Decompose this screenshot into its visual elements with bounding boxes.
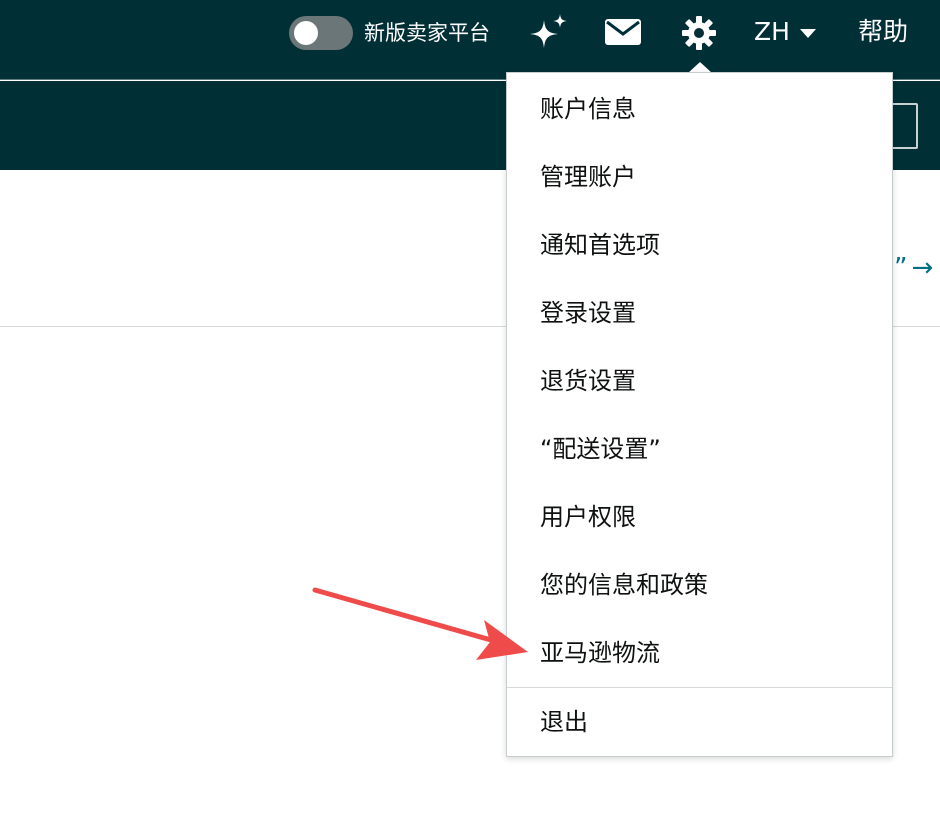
toggle-knob <box>294 21 318 45</box>
menu-item-login-settings[interactable]: 登录设置 <box>507 279 892 347</box>
help-link[interactable]: 帮助 <box>858 16 908 48</box>
chevron-down-icon <box>799 28 816 38</box>
menu-item-info-and-policies[interactable]: 您的信息和政策 <box>507 551 892 619</box>
page: 新版卖家平台 ZH 帮助 → 账户信息 管理账户 通知首选项 登录设置 退货设置… <box>0 0 940 832</box>
top-navigation-bar: 新版卖家平台 ZH 帮助 <box>0 0 940 80</box>
menu-item-shipping-settings[interactable]: “配送设置” <box>507 415 892 483</box>
menu-item-user-permissions[interactable]: 用户权限 <box>507 483 892 551</box>
annotation-arrow-icon <box>312 587 528 660</box>
arrow-right-icon: → <box>911 253 934 283</box>
menu-item-return-settings[interactable]: 退货设置 <box>507 347 892 415</box>
sparkle-icon[interactable] <box>526 12 570 56</box>
new-seller-platform-toggle[interactable] <box>289 16 353 50</box>
language-label: ZH <box>754 17 790 46</box>
menu-item-notification-preferences[interactable]: 通知首选项 <box>507 211 892 279</box>
menu-item-sign-out[interactable]: 退出 <box>507 688 892 756</box>
menu-item-account-info[interactable]: 账户信息 <box>507 75 892 143</box>
menu-item-manage-account[interactable]: 管理账户 <box>507 143 892 211</box>
gear-icon[interactable] <box>681 15 717 51</box>
menu-item-fba[interactable]: 亚马逊物流 <box>507 619 892 687</box>
mail-icon[interactable] <box>603 15 643 49</box>
settings-dropdown-menu: 账户信息 管理账户 通知首选项 登录设置 退货设置 “配送设置” 用户权限 您的… <box>506 72 893 757</box>
toggle-label: 新版卖家平台 <box>364 21 490 45</box>
language-selector[interactable]: ZH <box>754 16 816 48</box>
